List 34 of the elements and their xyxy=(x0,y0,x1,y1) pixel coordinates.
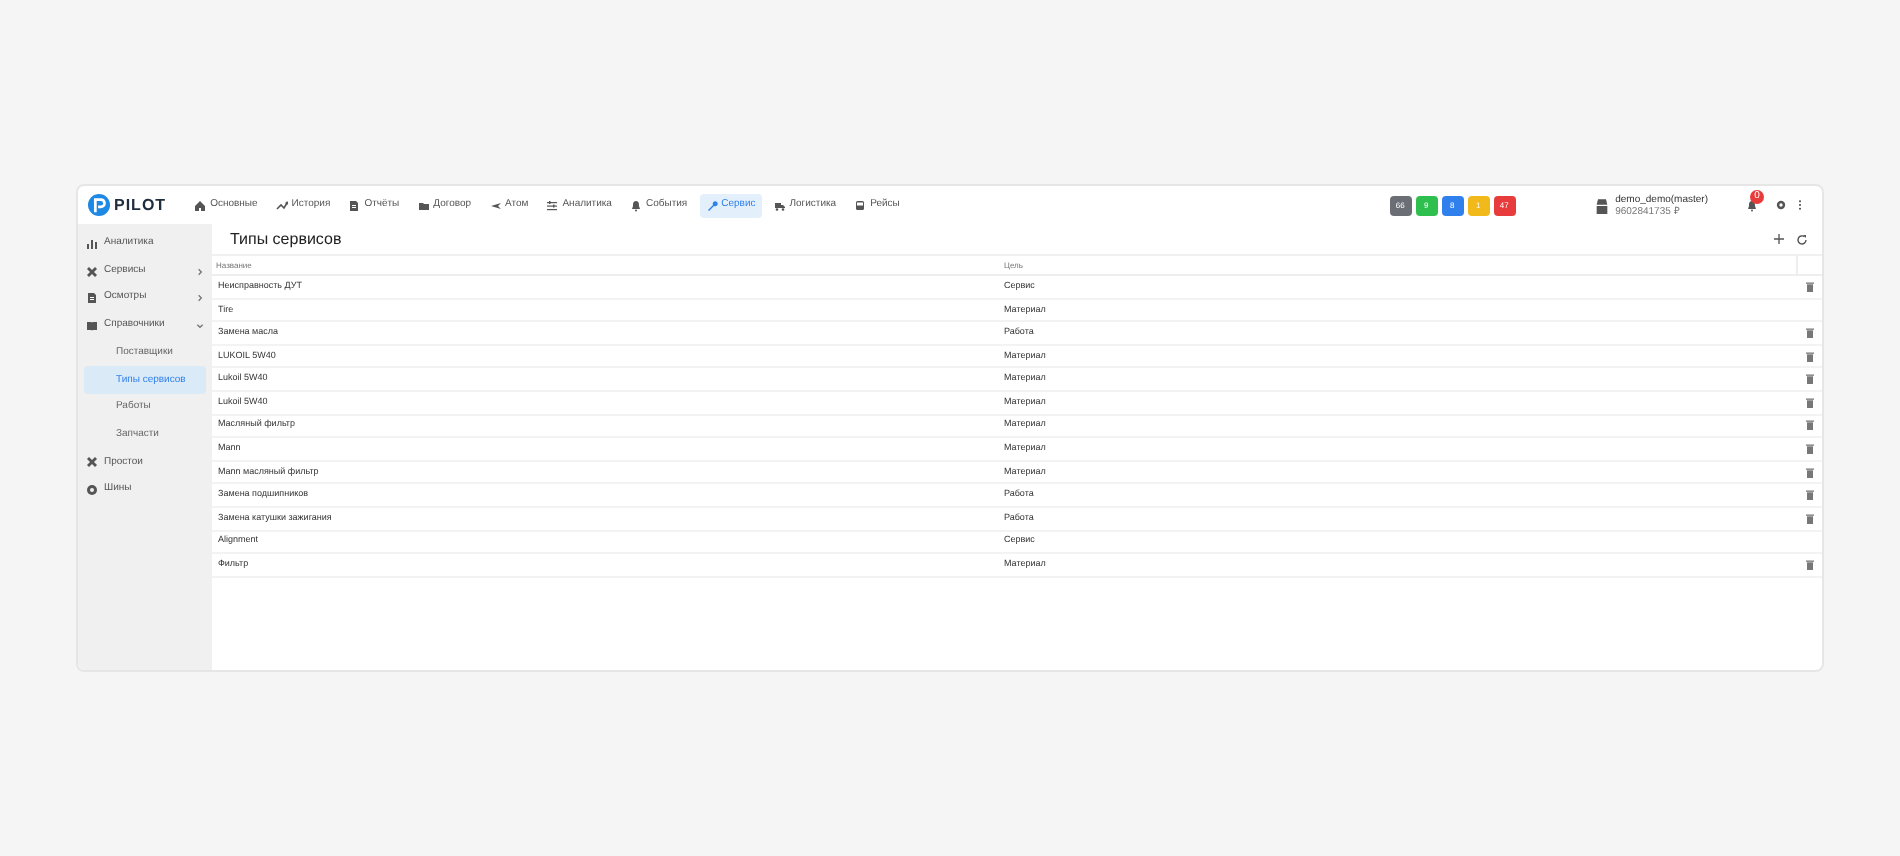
trash-icon[interactable] xyxy=(1805,281,1813,292)
trash-icon[interactable] xyxy=(1805,420,1813,431)
route-icon xyxy=(275,199,288,211)
trash-icon[interactable] xyxy=(1805,397,1813,408)
trash-icon[interactable] xyxy=(1805,467,1813,478)
settings-icon[interactable] xyxy=(1776,200,1786,210)
logo-text: PILOT xyxy=(114,193,167,217)
chevron-right-icon xyxy=(196,294,204,303)
truck-icon xyxy=(773,199,786,211)
bar-chart-icon xyxy=(86,237,98,250)
folder-icon xyxy=(417,199,430,211)
trash-icon[interactable] xyxy=(1805,327,1813,338)
trash-icon[interactable] xyxy=(1805,443,1813,454)
plane-icon xyxy=(489,199,502,211)
bus-icon xyxy=(854,199,867,211)
trash-icon[interactable] xyxy=(1805,374,1813,385)
home-icon xyxy=(194,199,207,211)
user-avatar-icon xyxy=(1593,197,1610,213)
chevron-right-icon xyxy=(196,267,204,276)
trash-icon[interactable] xyxy=(1805,351,1813,362)
trash-icon[interactable] xyxy=(1805,490,1813,501)
wrench-icon xyxy=(705,199,718,211)
trash-icon[interactable] xyxy=(1805,513,1813,524)
logo-icon xyxy=(88,194,110,216)
refresh-icon[interactable] xyxy=(1796,233,1808,245)
book-icon xyxy=(86,319,98,332)
document-icon xyxy=(86,292,98,305)
page-title: Типы сервисов xyxy=(230,227,344,251)
bell-icon xyxy=(629,199,642,211)
document-icon xyxy=(348,199,361,211)
add-icon[interactable] xyxy=(1774,234,1784,244)
tire-icon xyxy=(86,484,98,497)
sliders-icon xyxy=(546,199,559,211)
trash-icon[interactable] xyxy=(1805,559,1813,570)
